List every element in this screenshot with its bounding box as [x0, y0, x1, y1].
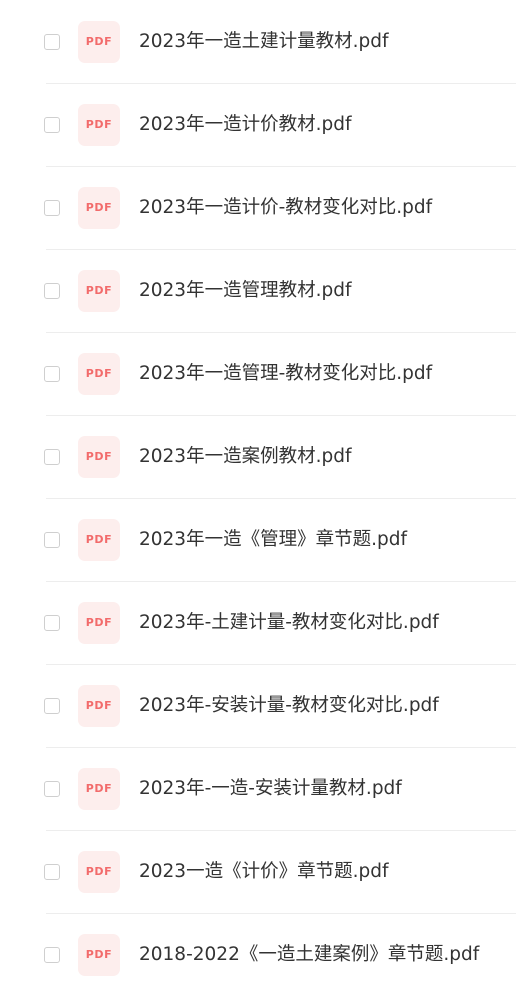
pdf-icon: PDF: [78, 186, 120, 229]
file-row[interactable]: PDF 2023年-一造-安装计量教材.pdf: [0, 747, 516, 830]
pdf-icon: PDF: [78, 518, 120, 561]
file-row[interactable]: PDF 2023年一造计价教材.pdf: [0, 83, 516, 166]
file-row[interactable]: PDF 2023年一造管理-教材变化对比.pdf: [0, 332, 516, 415]
checkbox-icon[interactable]: [44, 116, 60, 133]
file-name[interactable]: 2023年一造案例教材.pdf: [139, 445, 351, 467]
pdf-badge-label: PDF: [85, 35, 113, 48]
pdf-icon: PDF: [78, 103, 120, 146]
checkbox-icon[interactable]: [44, 780, 60, 797]
checkbox-icon[interactable]: [44, 531, 60, 548]
pdf-badge-label: PDF: [85, 450, 113, 463]
checkbox-icon[interactable]: [44, 697, 60, 714]
file-row[interactable]: PDF 2023年-土建计量-教材变化对比.pdf: [0, 581, 516, 664]
pdf-icon: PDF: [78, 435, 120, 478]
pdf-badge-label: PDF: [85, 782, 113, 795]
pdf-badge-label: PDF: [85, 699, 113, 712]
pdf-icon: PDF: [78, 20, 120, 63]
file-row[interactable]: PDF 2023年一造案例教材.pdf: [0, 415, 516, 498]
file-row[interactable]: PDF 2023年一造管理教材.pdf: [0, 249, 516, 332]
file-name[interactable]: 2023年一造计价教材.pdf: [139, 113, 351, 135]
file-row[interactable]: PDF 2023一造《计价》章节题.pdf: [0, 830, 516, 913]
file-name[interactable]: 2023年-一造-安装计量教材.pdf: [139, 777, 402, 799]
pdf-badge-label: PDF: [85, 616, 113, 629]
file-name[interactable]: 2023年一造计价-教材变化对比.pdf: [139, 196, 432, 218]
file-row[interactable]: PDF 2023年一造计价-教材变化对比.pdf: [0, 166, 516, 249]
pdf-icon: PDF: [78, 850, 120, 893]
pdf-badge-label: PDF: [85, 865, 113, 878]
pdf-icon: PDF: [78, 601, 120, 644]
checkbox-icon[interactable]: [44, 614, 60, 631]
file-name[interactable]: 2018-2022《一造土建案例》章节题.pdf: [139, 943, 479, 965]
checkbox-icon[interactable]: [44, 199, 60, 216]
file-row[interactable]: PDF 2023年-安装计量-教材变化对比.pdf: [0, 664, 516, 747]
pdf-icon: PDF: [78, 933, 120, 976]
pdf-badge-label: PDF: [85, 284, 113, 297]
file-row[interactable]: PDF 2023年一造土建计量教材.pdf: [0, 0, 516, 83]
pdf-badge-label: PDF: [85, 118, 113, 131]
file-name[interactable]: 2023年-安装计量-教材变化对比.pdf: [139, 694, 439, 716]
file-row[interactable]: PDF 2023年一造《管理》章节题.pdf: [0, 498, 516, 581]
file-list: PDF 2023年一造土建计量教材.pdf PDF 2023年一造计价教材.pd…: [0, 0, 516, 996]
pdf-badge-label: PDF: [85, 367, 113, 380]
pdf-icon: PDF: [78, 684, 120, 727]
pdf-icon: PDF: [78, 352, 120, 395]
file-row[interactable]: PDF 2018-2022《一造土建案例》章节题.pdf: [0, 913, 516, 996]
file-name[interactable]: 2023年一造土建计量教材.pdf: [139, 30, 388, 52]
file-name[interactable]: 2023年一造《管理》章节题.pdf: [139, 528, 407, 550]
checkbox-icon[interactable]: [44, 448, 60, 465]
file-name[interactable]: 2023一造《计价》章节题.pdf: [139, 860, 388, 882]
file-name[interactable]: 2023年一造管理-教材变化对比.pdf: [139, 362, 432, 384]
pdf-badge-label: PDF: [85, 948, 113, 961]
pdf-icon: PDF: [78, 269, 120, 312]
pdf-badge-label: PDF: [85, 201, 113, 214]
pdf-icon: PDF: [78, 767, 120, 810]
checkbox-icon[interactable]: [44, 33, 60, 50]
file-name[interactable]: 2023年-土建计量-教材变化对比.pdf: [139, 611, 439, 633]
checkbox-icon[interactable]: [44, 863, 60, 880]
file-name[interactable]: 2023年一造管理教材.pdf: [139, 279, 351, 301]
checkbox-icon[interactable]: [44, 282, 60, 299]
checkbox-icon[interactable]: [44, 365, 60, 382]
pdf-badge-label: PDF: [85, 533, 113, 546]
checkbox-icon[interactable]: [44, 946, 60, 963]
